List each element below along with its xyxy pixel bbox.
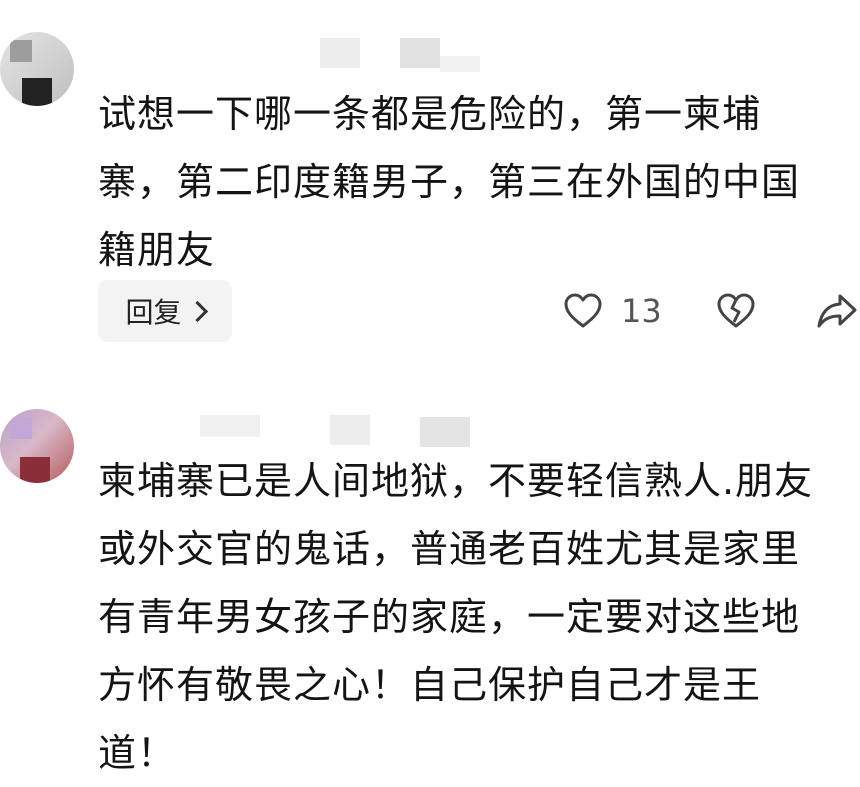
- reply-button[interactable]: 回复: [98, 280, 232, 342]
- username-mosaic: [330, 415, 370, 445]
- like-button[interactable]: 13: [563, 288, 662, 334]
- share-arrow-icon: [816, 292, 858, 330]
- comment-text: 试想一下哪一条都是危险的，第一柬埔寨，第二印度籍男子，第三在外国的中国籍朋友: [98, 92, 801, 272]
- avatar-mosaic: [10, 40, 32, 62]
- like-count: 13: [621, 292, 662, 330]
- comment-text: 柬埔寨已是人间地狱，不要轻信熟人.朋友或外交官的鬼话，普通老百姓尤其是家里有青年…: [98, 459, 814, 775]
- avatar-mosaic: [22, 78, 52, 106]
- avatar[interactable]: [0, 409, 74, 483]
- reply-label: 回复: [125, 296, 182, 329]
- share-button[interactable]: [816, 288, 858, 334]
- username-mosaic: [440, 56, 480, 72]
- chevron-right-icon: [186, 300, 208, 322]
- avatar[interactable]: [0, 32, 74, 106]
- username-mosaic: [420, 417, 470, 447]
- avatar-mosaic: [10, 417, 32, 439]
- avatar-mosaic: [20, 457, 50, 483]
- username-mosaic: [320, 38, 360, 68]
- dislike-button[interactable]: [716, 288, 756, 334]
- username-mosaic: [200, 415, 260, 437]
- comment-2: 柬埔寨已是人间地狱，不要轻信熟人.朋友或外交官的鬼话，普通老百姓尤其是家里有青年…: [0, 375, 860, 775]
- broken-heart-icon: [716, 292, 756, 330]
- comment-1: 试想一下哪一条都是危险的，第一柬埔寨，第二印度籍男子，第三在外国的中国籍朋友 回…: [0, 0, 860, 370]
- username-mosaic: [400, 38, 440, 68]
- heart-outline-icon: [563, 292, 603, 330]
